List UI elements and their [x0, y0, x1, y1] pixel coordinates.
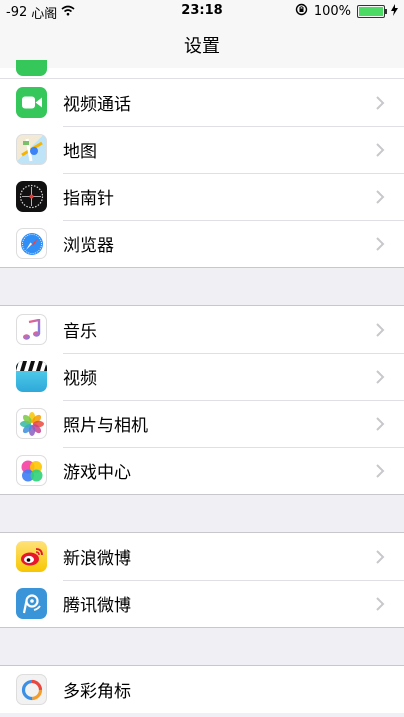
- chevron-right-icon: [376, 596, 385, 611]
- row-label: 多彩角标: [63, 682, 131, 702]
- chevron-right-icon: [376, 549, 385, 564]
- partial-row[interactable]: [0, 60, 404, 78]
- settings-row-sina-weibo[interactable]: 新浪微博: [0, 533, 404, 580]
- settings-group-media: 音乐 视频 照片与相机 游戏中心: [0, 305, 404, 495]
- settings-group-social: 新浪微博 腾讯微博: [0, 532, 404, 628]
- battery-fill: [359, 7, 383, 16]
- safari-icon: [16, 228, 47, 259]
- videos-icon: [16, 361, 47, 392]
- row-label: 视频通话: [63, 95, 131, 115]
- facetime-icon: [16, 87, 47, 118]
- row-label: 腾讯微博: [63, 596, 131, 616]
- tencent-weibo-icon: [16, 588, 47, 619]
- chevron-right-icon: [376, 322, 385, 337]
- row-label: 视频: [63, 369, 97, 389]
- maps-icon: [16, 134, 47, 165]
- battery-icon: [357, 5, 387, 18]
- chevron-right-icon: [376, 95, 385, 110]
- settings-row-videos[interactable]: 视频: [0, 353, 404, 400]
- nav-bar: 设置: [0, 22, 404, 69]
- status-right: 100%: [295, 3, 398, 20]
- settings-row-music[interactable]: 音乐: [0, 306, 404, 353]
- settings-row-photos[interactable]: 照片与相机: [0, 400, 404, 447]
- game-center-icon: [16, 455, 47, 486]
- settings-row-colorful-badge[interactable]: 多彩角标: [0, 666, 404, 713]
- settings-list: 视频通话 地图 指南针 浏览器 音乐 视频 照片与相机 游戏中心 新浪微博 腾讯…: [0, 60, 404, 713]
- chevron-right-icon: [376, 236, 385, 251]
- settings-row-game-center[interactable]: 游戏中心: [0, 447, 404, 494]
- settings-row-tencent-weibo[interactable]: 腾讯微博: [0, 580, 404, 627]
- chevron-right-icon: [376, 369, 385, 384]
- music-icon: [16, 314, 47, 345]
- charging-icon: [391, 3, 398, 20]
- row-label: 浏览器: [63, 236, 114, 256]
- settings-group-top-partial: 视频通话 地图 指南针 浏览器: [0, 60, 404, 268]
- chevron-right-icon: [376, 142, 385, 157]
- chevron-right-icon: [376, 416, 385, 431]
- row-label: 指南针: [63, 189, 114, 209]
- row-label: 地图: [63, 142, 97, 162]
- row-label: 音乐: [63, 322, 97, 342]
- partial-app-icon: [16, 60, 47, 76]
- settings-row-browser[interactable]: 浏览器: [0, 220, 404, 267]
- settings-row-maps[interactable]: 地图: [0, 126, 404, 173]
- row-label: 新浪微博: [63, 549, 131, 569]
- rotation-lock-icon: [295, 3, 308, 20]
- status-bar: -92 心阁 23:18 100%: [0, 0, 404, 22]
- photos-icon: [16, 408, 47, 439]
- settings-row-facetime[interactable]: 视频通话: [0, 78, 404, 126]
- row-label: 照片与相机: [63, 416, 148, 436]
- settings-row-compass[interactable]: 指南针: [0, 173, 404, 220]
- settings-group-extras: 多彩角标: [0, 665, 404, 713]
- chevron-right-icon: [376, 189, 385, 204]
- colorful-badge-icon: [16, 674, 47, 705]
- compass-icon: [16, 181, 47, 212]
- battery-percent: 100%: [313, 4, 351, 19]
- page-title: 设置: [184, 36, 220, 57]
- chevron-right-icon: [376, 463, 385, 478]
- row-label: 游戏中心: [63, 463, 131, 483]
- sina-weibo-icon: [16, 541, 47, 572]
